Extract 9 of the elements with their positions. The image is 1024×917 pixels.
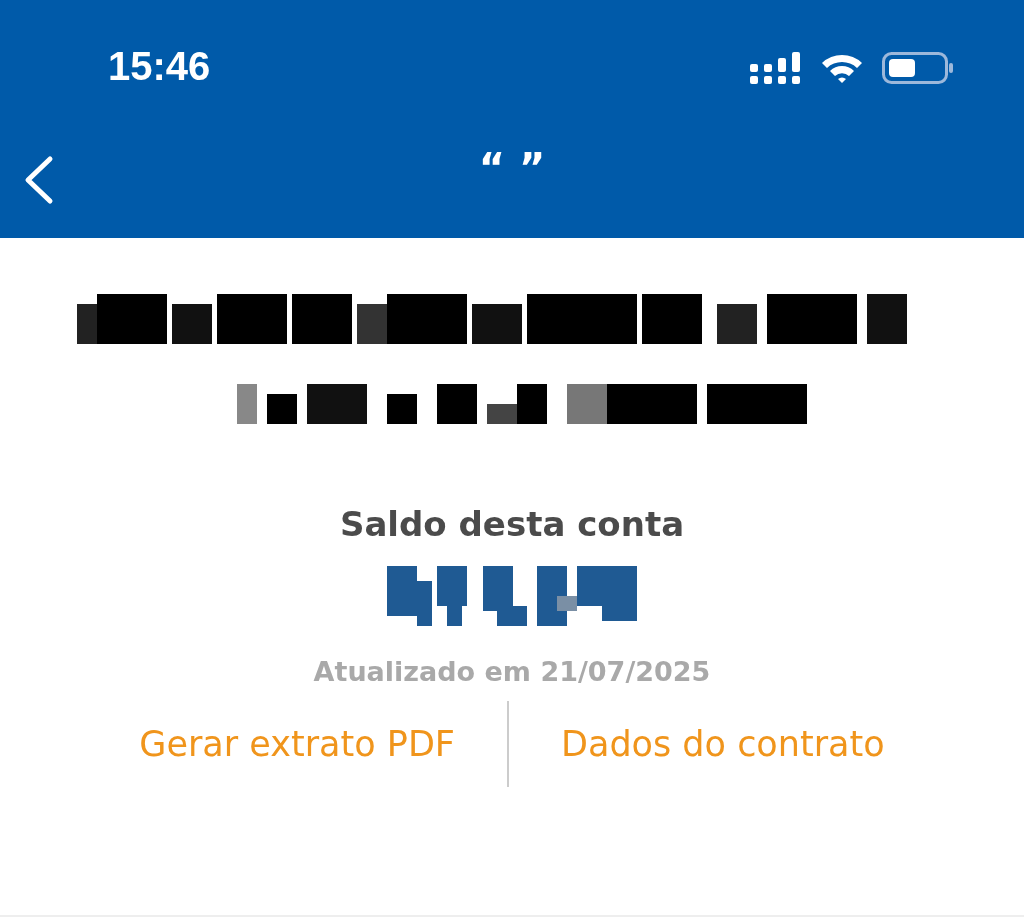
wifi-icon <box>820 52 864 84</box>
status-time: 15:46 <box>108 44 211 89</box>
signal-icon <box>750 52 802 84</box>
screen-title: “ ” <box>478 145 546 191</box>
action-link[interactable]: Dados do contrato <box>509 724 937 764</box>
balance-label: Saldo desta conta <box>339 504 685 544</box>
updated-date: Atualizado em 21/07/2025 <box>313 656 711 687</box>
action-link[interactable]: Gerar extrato PDF <box>87 724 507 764</box>
battery-icon <box>882 52 954 84</box>
